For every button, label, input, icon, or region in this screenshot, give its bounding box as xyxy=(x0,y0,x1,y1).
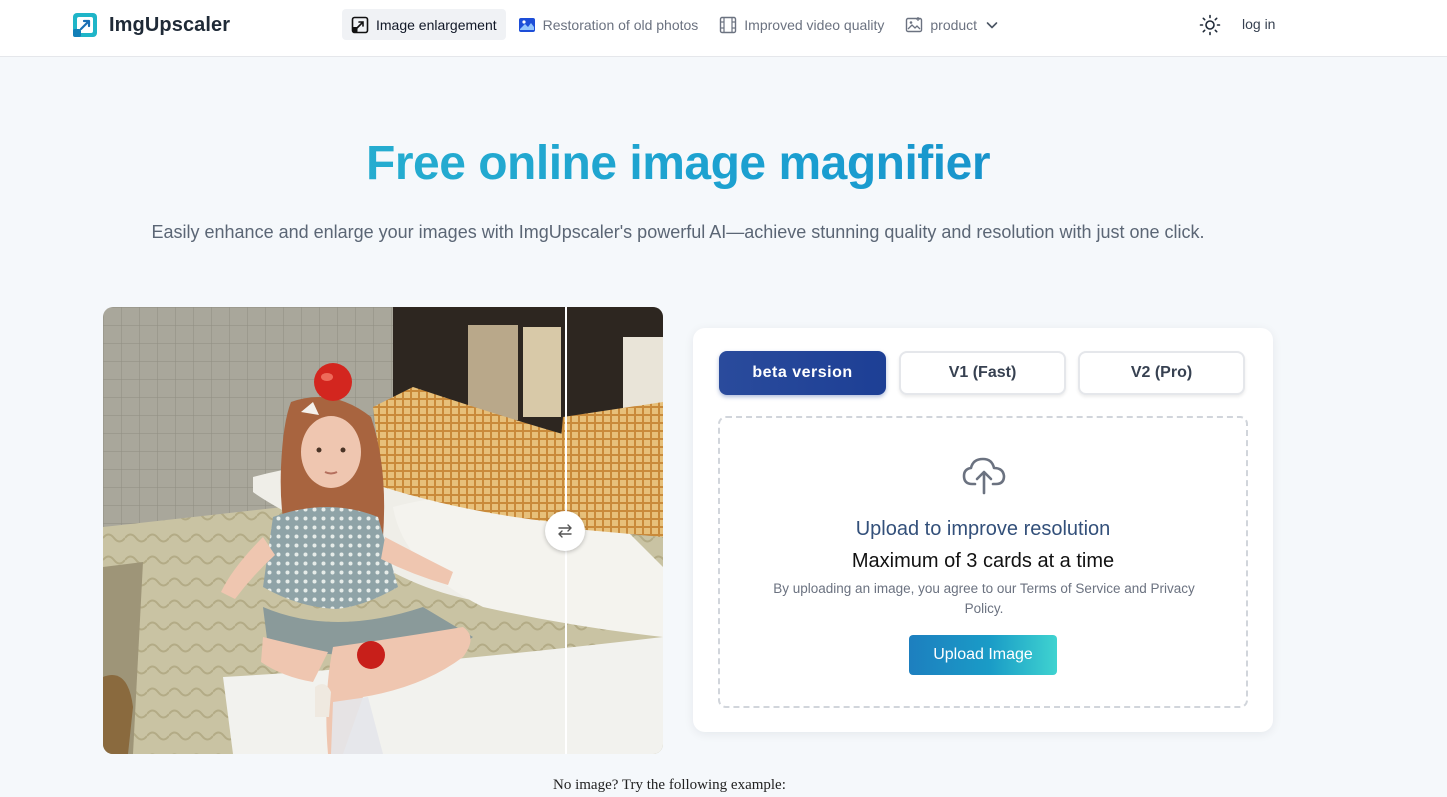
page-title: Free online image magnifier xyxy=(0,136,1356,191)
brand-logo[interactable]: ImgUpscaler xyxy=(72,12,230,38)
top-header: ImgUpscaler Image enlargement Restoratio… xyxy=(0,0,1447,57)
before-after-comparison[interactable] xyxy=(103,307,663,754)
nav-item-video-quality[interactable]: Improved video quality xyxy=(710,9,893,40)
upload-dropzone[interactable]: Upload to improve resolution Maximum of … xyxy=(718,416,1248,708)
image-enlarge-icon xyxy=(351,16,369,33)
nav-item-product[interactable]: product xyxy=(896,9,1008,40)
tab-beta-version[interactable]: beta version xyxy=(719,351,886,395)
upload-card: beta version V1 (Fast) V2 (Pro) Upload t… xyxy=(693,328,1273,732)
dropzone-limit-text: Maximum of 3 cards at a time xyxy=(851,550,1115,572)
logo-icon xyxy=(73,13,97,37)
login-link[interactable]: log in xyxy=(1242,16,1275,32)
image-icon xyxy=(906,16,923,32)
nav-item-label: Improved video quality xyxy=(744,16,885,33)
nav-item-label: Restoration of old photos xyxy=(542,16,699,33)
tab-v2-pro[interactable]: V2 (Pro) xyxy=(1078,351,1245,395)
cloud-upload-icon xyxy=(962,457,1006,495)
nav-item-label: Image enlargement xyxy=(376,16,497,33)
example-prompt: No image? Try the following example: xyxy=(553,777,786,793)
nav-item-restoration[interactable]: Restoration of old photos xyxy=(509,9,708,40)
model-version-tabs: beta version V1 (Fast) V2 (Pro) xyxy=(719,351,1245,395)
swap-arrows-icon xyxy=(558,524,572,538)
tab-v1-fast[interactable]: V1 (Fast) xyxy=(899,351,1066,395)
nav-item-image-enlargement[interactable]: Image enlargement xyxy=(342,9,506,40)
comparison-swap-handle[interactable] xyxy=(545,511,585,551)
nav-item-label: product xyxy=(930,16,978,33)
brand-name: ImgUpscaler xyxy=(109,13,231,36)
dropzone-title: Upload to improve resolution xyxy=(855,518,1111,540)
chevron-down-icon xyxy=(986,21,998,28)
main-nav: Image enlargement Restoration of old pho… xyxy=(342,9,1011,40)
page-subtitle: Easily enhance and enlarge your images w… xyxy=(151,222,1205,242)
photo-restore-icon xyxy=(518,17,535,32)
film-icon xyxy=(720,16,737,33)
upload-image-button[interactable]: Upload Image xyxy=(909,635,1057,675)
sun-icon[interactable] xyxy=(1199,14,1221,36)
terms-notice: By uploading an image, you agree to our … xyxy=(773,581,1195,616)
